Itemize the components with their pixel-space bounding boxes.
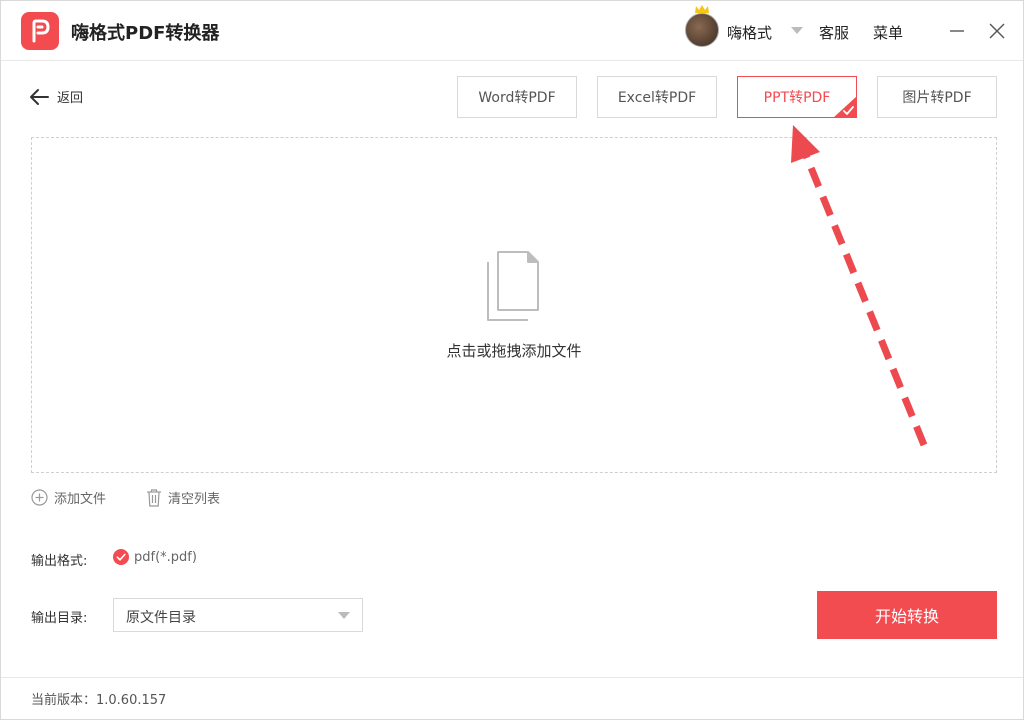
selected-check-icon (833, 96, 857, 118)
output-dir-value: 原文件目录 (126, 610, 196, 626)
app-title: 嗨格式PDF转换器 (71, 23, 220, 44)
clear-list-button[interactable]: 清空列表 (146, 488, 220, 507)
plus-circle-icon (31, 489, 48, 506)
chevron-down-icon (338, 612, 350, 619)
document-icon (487, 251, 539, 321)
back-label: 返回 (57, 91, 84, 106)
add-file-label: 添加文件 (54, 492, 107, 507)
footer: 当前版本：1.0.60.157 (1, 677, 1023, 719)
username[interactable]: 嗨格式 (727, 22, 772, 43)
avatar[interactable] (685, 13, 719, 47)
output-format-value[interactable]: pdf(*.pdf) (134, 550, 197, 565)
minimize-icon[interactable] (945, 19, 969, 43)
title-bar: 嗨格式PDF转换器 嗨格式 客服 菜单 (1, 1, 1023, 61)
version-text: 当前版本：1.0.60.157 (31, 693, 167, 708)
close-icon[interactable] (985, 19, 1009, 43)
tab-image-to-pdf[interactable]: 图片转PDF (877, 76, 997, 118)
tab-ppt-to-pdf[interactable]: PPT转PDF (737, 76, 857, 118)
arrow-left-icon (30, 88, 49, 105)
menu-link[interactable]: 菜单 (873, 22, 903, 43)
app-window: 嗨格式PDF转换器 嗨格式 客服 菜单 返回 Word转PDF Excel转PD… (0, 0, 1024, 720)
add-file-button[interactable]: 添加文件 (31, 488, 106, 507)
app-logo-icon (21, 12, 59, 50)
check-circle-icon[interactable] (113, 549, 129, 565)
clear-list-label: 清空列表 (168, 492, 221, 507)
tab-ppt-to-pdf-label: PPT转PDF (763, 90, 831, 106)
output-dir-select[interactable]: 原文件目录 (113, 598, 363, 632)
customer-service-link[interactable]: 客服 (819, 22, 849, 43)
output-dir-label: 输出目录: (31, 611, 88, 626)
trash-icon (147, 488, 161, 507)
start-convert-button[interactable]: 开始转换 (817, 591, 997, 639)
drop-zone-text: 点击或拖拽添加文件 (446, 342, 582, 360)
tab-excel-to-pdf[interactable]: Excel转PDF (597, 76, 717, 118)
user-dropdown-icon[interactable] (791, 27, 803, 34)
output-format-label: 输出格式: (31, 554, 88, 569)
back-button[interactable]: 返回 (29, 87, 83, 106)
tab-word-to-pdf[interactable]: Word转PDF (457, 76, 577, 118)
file-drop-zone[interactable]: 点击或拖拽添加文件 (31, 137, 997, 473)
